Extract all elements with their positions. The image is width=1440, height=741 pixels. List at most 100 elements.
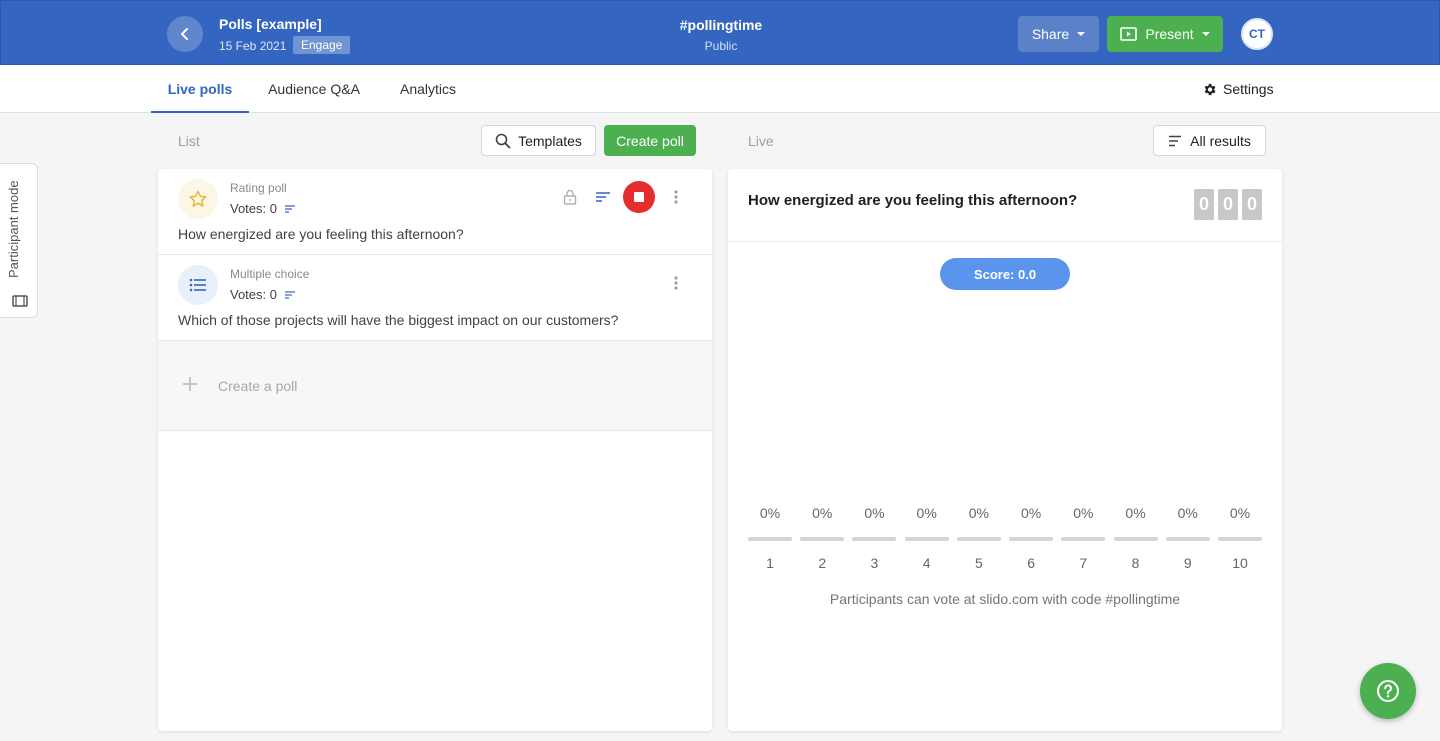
share-label: Share <box>1031 26 1070 42</box>
counter-digit: 0 <box>1242 189 1262 220</box>
bar-column: 0% 6 <box>1009 505 1054 571</box>
bar-category-label: 1 <box>766 555 774 571</box>
all-results-label: All results <box>1190 132 1251 149</box>
bar-category-label: 5 <box>974 555 983 571</box>
more-options-button[interactable] <box>659 267 692 299</box>
create-poll-row-label: Create a poll <box>218 378 298 394</box>
tab-analytics[interactable]: Analytics <box>389 65 467 113</box>
event-code: #pollingtime <box>679 17 763 33</box>
tabs-bar: Live polls Audience Q&A Analytics Settin… <box>0 65 1440 113</box>
bar-column: 0% 1 <box>748 505 792 571</box>
filter-lines-icon <box>1169 135 1182 146</box>
live-question: How energized are you feeling this after… <box>748 192 1078 209</box>
poll-item[interactable]: Multiple choice Votes: 0 Which of those … <box>158 255 712 341</box>
results-lines-icon <box>284 204 295 213</box>
tab-live-polls[interactable]: Live polls <box>151 65 249 113</box>
poll-votes-label: Votes: 0 <box>230 287 277 302</box>
create-poll-row[interactable]: Create a poll <box>158 341 712 431</box>
bar-category-label: 7 <box>1079 555 1088 571</box>
plus-icon <box>183 377 197 391</box>
poll-votes: Votes: 0 <box>230 287 295 302</box>
present-button[interactable]: Present <box>1107 16 1223 52</box>
bar-category-label: 9 <box>1183 555 1192 571</box>
stop-icon <box>634 192 644 202</box>
bar-track <box>748 537 792 541</box>
lock-poll-button[interactable] <box>553 181 586 213</box>
counter-digit: 0 <box>1194 189 1214 220</box>
bar-value-label: 0% <box>916 505 937 521</box>
bar-value-label: 0% <box>1177 505 1198 521</box>
participant-mode-label: Participant mode <box>6 180 21 278</box>
bar-category-label: 8 <box>1131 555 1140 571</box>
user-avatar[interactable]: CT <box>1241 18 1273 50</box>
settings-label: Settings <box>1223 81 1274 97</box>
poll-votes: Votes: 0 <box>230 201 295 216</box>
bar-category-label: 4 <box>922 555 931 571</box>
caret-down-icon <box>1201 32 1210 36</box>
list-icon <box>178 265 218 305</box>
bar-value-label: 0% <box>1020 505 1042 521</box>
create-poll-button[interactable]: Create poll <box>604 125 696 156</box>
bar-value-label: 0% <box>812 505 833 521</box>
help-icon <box>1377 680 1399 702</box>
bar-value-label: 0% <box>1229 505 1251 521</box>
stop-poll-button[interactable] <box>623 181 655 213</box>
gear-icon <box>1204 83 1216 95</box>
bar-value-label: 0% <box>759 505 781 521</box>
event-privacy: Public <box>704 39 738 53</box>
poll-actions <box>553 181 692 213</box>
polls-list-panel: Rating poll Votes: 0 How energized are y… <box>158 169 712 731</box>
help-button[interactable] <box>1360 663 1416 719</box>
plan-badge: Engage <box>293 36 351 54</box>
bar-column: 0% 5 <box>956 505 1001 571</box>
results-lines-icon <box>595 192 610 202</box>
bar-track <box>1165 537 1210 541</box>
bar-track <box>1009 537 1054 541</box>
bar-track <box>1113 537 1158 541</box>
bar-track <box>904 537 949 541</box>
bar-column: 0% 4 <box>904 505 949 571</box>
show-results-button[interactable] <box>586 181 619 213</box>
bar-column: 0% 3 <box>852 505 897 571</box>
poll-question: How energized are you feeling this after… <box>178 226 464 242</box>
participant-mode-tab[interactable]: Participant mode <box>0 163 38 318</box>
bar-track <box>800 537 845 541</box>
back-button[interactable] <box>167 16 203 52</box>
tab-audience-qa[interactable]: Audience Q&A <box>259 65 369 113</box>
caret-down-icon <box>1077 32 1086 36</box>
lock-icon <box>563 189 576 205</box>
bar-track <box>1061 537 1106 541</box>
participant-screen-icon <box>12 295 28 307</box>
event-date: 15 Feb 2021 <box>219 39 287 53</box>
poll-votes-label: Votes: 0 <box>230 201 277 216</box>
bar-column: 0% 8 <box>1113 505 1158 571</box>
share-button[interactable]: Share <box>1018 16 1099 52</box>
bar-column: 0% 7 <box>1061 505 1106 571</box>
rating-results-chart: 0% 1 0% 2 0% 3 0% 4 0% 5 0% 6 0% 7 0% 8 0% 9 0% 10 <box>748 505 1262 575</box>
bar-track <box>1218 537 1262 541</box>
all-results-button[interactable]: All results <box>1153 125 1266 156</box>
bar-category-label: 3 <box>870 555 879 571</box>
present-label: Present <box>1145 26 1194 42</box>
bar-category-label: 6 <box>1027 555 1035 571</box>
templates-button[interactable]: Templates <box>481 125 596 156</box>
templates-label: Templates <box>518 132 582 149</box>
poll-type: Rating poll <box>230 181 287 195</box>
poll-item[interactable]: Rating poll Votes: 0 How energized are y… <box>158 169 712 255</box>
present-screen-icon <box>1120 27 1138 41</box>
more-vertical-icon <box>673 190 678 204</box>
live-results-panel: How energized are you feeling this after… <box>728 169 1282 731</box>
bar-value-label: 0% <box>968 505 989 521</box>
live-label: Live <box>748 133 774 149</box>
poll-question: Which of those projects will have the bi… <box>178 312 619 328</box>
bar-column: 0% 10 <box>1218 505 1262 571</box>
bar-track <box>852 537 897 541</box>
score-pill: Score: 0.0 <box>940 258 1070 290</box>
bar-value-label: 0% <box>864 505 885 521</box>
settings-button[interactable]: Settings <box>1202 65 1274 113</box>
vote-counter: 0 0 0 <box>1194 189 1262 220</box>
bar-value-label: 0% <box>1073 505 1094 521</box>
more-options-button[interactable] <box>659 181 692 213</box>
bar-column: 0% 2 <box>800 505 845 571</box>
more-vertical-icon <box>673 276 678 290</box>
